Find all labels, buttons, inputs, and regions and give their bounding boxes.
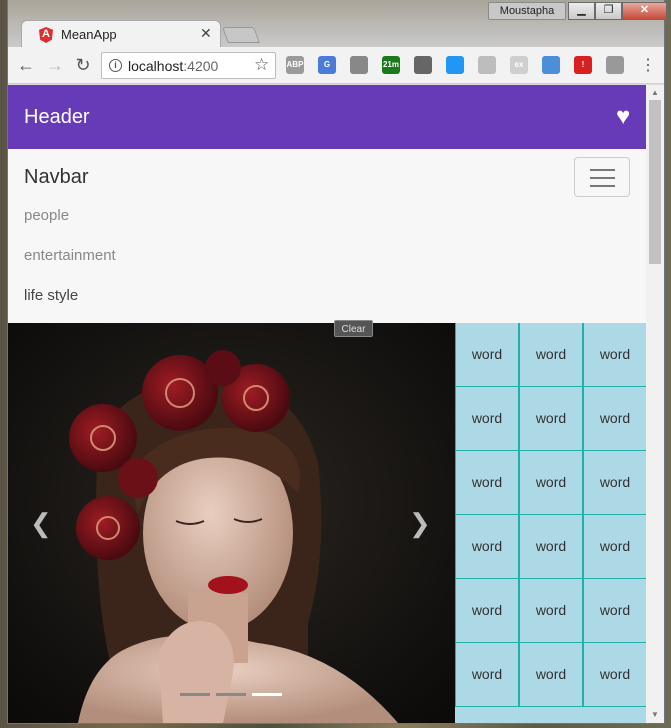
grid-cell: word: [455, 323, 519, 387]
page-header: Header ♥: [8, 85, 646, 149]
grid-cell: word: [583, 515, 646, 579]
navbar: Navbar people entertainment life style: [8, 149, 646, 323]
scrollbar[interactable]: ▲ ▼: [646, 85, 664, 723]
ring-icon[interactable]: [542, 56, 560, 74]
close-tab-icon[interactable]: ✕: [200, 25, 212, 42]
forward-button[interactable]: →: [44, 54, 66, 76]
screen-icon[interactable]: [446, 56, 464, 74]
grid-cell: word: [583, 387, 646, 451]
scroll-up-arrow-icon[interactable]: ▲: [651, 88, 659, 97]
shield-icon[interactable]: [606, 56, 624, 74]
grid-cell: word: [519, 643, 583, 707]
reload-button[interactable]: ↻: [72, 54, 94, 76]
close-window-button[interactable]: ✕: [622, 2, 667, 20]
chevron-left-icon[interactable]: ❮: [30, 508, 52, 539]
info-icon[interactable]: i: [109, 59, 122, 72]
bookmark-star-icon[interactable]: ☆: [254, 55, 269, 75]
new-tab-button[interactable]: [222, 27, 260, 43]
profile-badge[interactable]: Moustapha: [488, 2, 566, 20]
timer-icon[interactable]: 21m: [382, 56, 400, 74]
grid-cell: word: [519, 387, 583, 451]
ex-icon[interactable]: ex: [510, 56, 528, 74]
chevron-right-icon[interactable]: ❯: [409, 508, 431, 539]
grid-cell: word: [519, 451, 583, 515]
grid-cell: word: [519, 323, 583, 387]
carousel-slide-image: [8, 323, 455, 723]
navbar-toggler-button[interactable]: [574, 157, 630, 197]
carousel-indicator-1[interactable]: [180, 693, 210, 696]
grid-cell: word: [455, 515, 519, 579]
maximize-button[interactable]: ❐: [595, 2, 622, 20]
grid-cell: word: [455, 579, 519, 643]
scroll-thumb[interactable]: [649, 100, 661, 264]
grid-cell: word: [519, 579, 583, 643]
grid-cell: word: [455, 643, 519, 707]
word-grid: word word word word word word word word word word…: [455, 323, 646, 723]
grid-cell: word: [583, 579, 646, 643]
hamburger-icon: [590, 169, 615, 171]
carousel-indicator-3[interactable]: [252, 693, 282, 696]
grid-cell: word: [455, 387, 519, 451]
nav-link-entertainment[interactable]: entertainment: [24, 247, 116, 264]
grid-cell: word: [583, 323, 646, 387]
clear-tooltip[interactable]: Clear: [334, 320, 373, 337]
grid-cell: word: [583, 451, 646, 515]
scroll-down-arrow-icon[interactable]: ▼: [651, 710, 659, 719]
tab-strip: MeanApp ✕ Moustapha ▁ ❐ ✕: [8, 0, 667, 48]
abp-icon[interactable]: ABP: [286, 56, 304, 74]
bulb-icon[interactable]: [414, 56, 432, 74]
tab-title: MeanApp: [61, 27, 117, 42]
browser-window: MeanApp ✕ Moustapha ▁ ❐ ✕ ← → ↻ i localh…: [7, 0, 667, 724]
translate-icon[interactable]: G: [318, 56, 336, 74]
back-button[interactable]: ←: [15, 54, 37, 76]
image-carousel: ❮ ❯: [8, 323, 455, 723]
nav-link-life-style[interactable]: life style: [24, 287, 78, 304]
navbar-brand[interactable]: Navbar: [24, 166, 88, 189]
extension-icon[interactable]: [350, 56, 368, 74]
grid-cell: word: [455, 451, 519, 515]
page-viewport: Header ♥ Navbar people entertainment lif…: [8, 85, 646, 723]
tab-meanapp[interactable]: MeanApp ✕: [21, 20, 221, 48]
nav-link-people[interactable]: people: [24, 207, 69, 224]
minimize-button[interactable]: ▁: [568, 2, 595, 20]
menu-icon[interactable]: ⋮: [640, 55, 656, 75]
grid-cell: word: [519, 515, 583, 579]
grid-cell: word: [583, 643, 646, 707]
angular-icon: [39, 27, 53, 43]
heart-icon[interactable]: ♥: [616, 103, 630, 131]
carousel-indicator-2[interactable]: [216, 693, 246, 696]
stop-icon[interactable]: !: [574, 56, 592, 74]
header-title: Header: [24, 106, 90, 128]
address-bar[interactable]: i localhost:4200 ☆: [101, 52, 276, 79]
browser-toolbar: ← → ↻ i localhost:4200 ☆ ABP G 21m ex! ⋮: [8, 47, 664, 84]
moon-icon[interactable]: [478, 56, 496, 74]
url-text: localhost:4200: [128, 58, 219, 74]
